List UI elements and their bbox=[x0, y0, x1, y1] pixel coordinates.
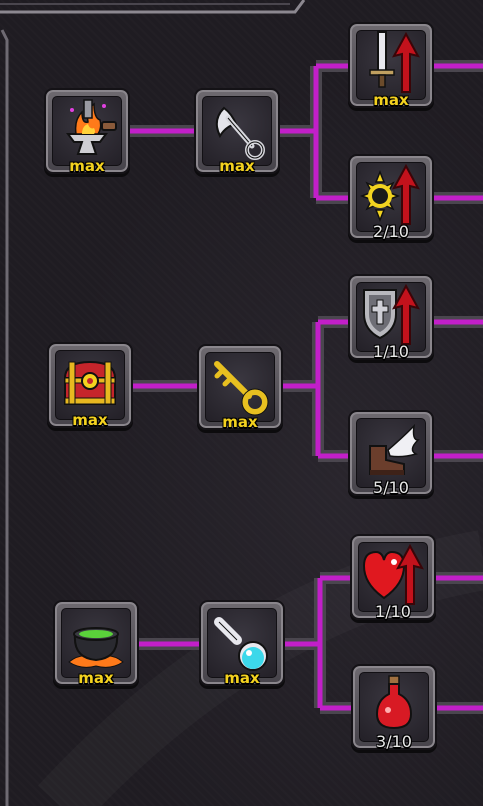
heart-hp-up-icon bbox=[362, 543, 424, 605]
shield-defense-up-icon bbox=[363, 283, 420, 345]
skill-node-red-potion[interactable]: 3/10 bbox=[351, 664, 437, 751]
skill-node-key[interactable]: max bbox=[197, 344, 283, 431]
node-label: max bbox=[69, 157, 105, 175]
sword-attack-up-icon bbox=[369, 31, 420, 93]
red-potion-icon bbox=[375, 675, 413, 730]
skill-node-hp-up[interactable]: 1/10 bbox=[350, 534, 436, 621]
skill-node-forge[interactable]: max bbox=[44, 88, 130, 175]
skill-node-defense-up[interactable]: 1/10 bbox=[348, 274, 434, 361]
golden-key-icon bbox=[214, 361, 269, 416]
skill-node-attack-up[interactable]: max bbox=[348, 22, 434, 109]
skill-node-cauldron[interactable]: max bbox=[53, 600, 139, 687]
node-label: 1/10 bbox=[375, 602, 411, 621]
node-label: max bbox=[72, 411, 108, 429]
skill-node-speed[interactable]: 5/10 bbox=[348, 410, 434, 497]
node-label: max bbox=[224, 669, 260, 687]
node-label: 3/10 bbox=[376, 732, 412, 751]
skill-node-axe[interactable]: max bbox=[194, 88, 280, 175]
skill-node-critical-up[interactable]: 2/10 bbox=[348, 154, 434, 241]
skill-node-flask[interactable]: max bbox=[199, 600, 285, 687]
forge-anvil-icon bbox=[66, 99, 117, 155]
potion-flask-icon bbox=[214, 617, 268, 671]
node-label: 5/10 bbox=[373, 478, 409, 497]
winged-boot-icon bbox=[369, 423, 420, 475]
sun-critical-up-icon bbox=[359, 163, 420, 225]
node-label: 2/10 bbox=[373, 222, 409, 241]
treasure-chest-icon bbox=[63, 360, 117, 405]
white-axe-icon bbox=[215, 106, 265, 160]
node-label: max bbox=[222, 413, 258, 431]
node-label: max bbox=[373, 91, 409, 109]
node-label: max bbox=[78, 669, 114, 687]
cauldron-icon bbox=[68, 627, 124, 668]
node-label: 1/10 bbox=[373, 342, 409, 361]
node-label: max bbox=[219, 157, 255, 175]
skill-node-chest[interactable]: max bbox=[47, 342, 133, 429]
